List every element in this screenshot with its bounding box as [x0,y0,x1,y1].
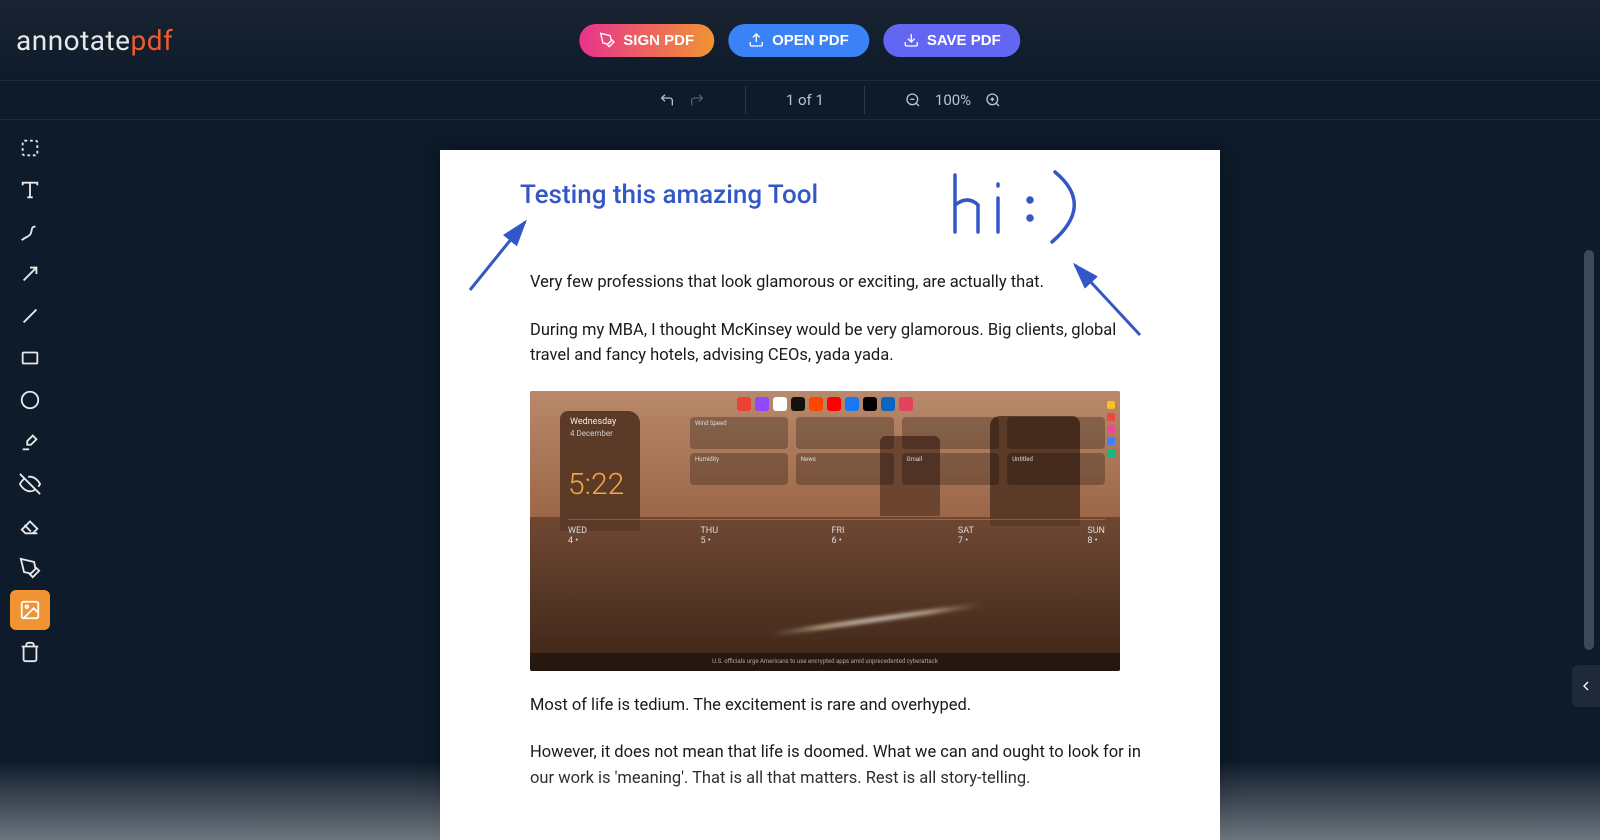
rectangle-icon [19,347,41,369]
image-tool[interactable] [10,590,50,630]
eraser-icon [19,515,41,537]
highlight-icon [19,431,41,453]
page-indicator-group: 1 of 1 [786,91,824,109]
open-pdf-button[interactable]: OPEN PDF [728,24,869,57]
upload-icon [748,32,764,48]
main-area: Testing this amazing Tool Very few profe… [0,120,1600,840]
pen-tool[interactable] [10,548,50,588]
zoom-level: 100% [935,91,971,109]
paragraph: During my MBA, I thought McKinsey would … [530,318,1160,369]
arrow-tool[interactable] [10,254,50,294]
widget-time: 5:22 [568,467,624,502]
zoom-group: 100% [905,91,1001,109]
text-tool[interactable] [10,170,50,210]
select-icon [19,137,41,159]
eraser-tool[interactable] [10,506,50,546]
app-header: annotatepdf SIGN PDF OPEN PDF SAVE PDF [0,0,1600,80]
chevron-left-icon [1578,678,1594,694]
image-icon [19,599,41,621]
widget-day: Wednesday [570,417,616,427]
annotation-arrow [460,210,540,300]
rectangle-tool[interactable] [10,338,50,378]
zoom-in-icon[interactable] [985,92,1001,108]
header-button-group: SIGN PDF OPEN PDF SAVE PDF [579,24,1020,57]
expand-panel-tab[interactable] [1572,665,1600,707]
logo-text-2: pdf [131,24,174,57]
delete-tool[interactable] [10,632,50,672]
divider [745,86,746,114]
download-icon [903,32,919,48]
sign-pdf-label: SIGN PDF [623,32,694,49]
pdf-page[interactable]: Testing this amazing Tool Very few profe… [440,150,1220,840]
scrollbar-thumb[interactable] [1584,250,1594,650]
zoom-out-icon[interactable] [905,92,921,108]
widget-footer: U.S. officials urge Americans to use enc… [530,653,1120,671]
logo-text-1: annotate [16,24,131,57]
arrow-icon [19,263,41,285]
select-tool[interactable] [10,128,50,168]
undo-redo-group [659,92,705,108]
page-title: Testing this amazing Tool [520,180,1160,210]
hide-tool[interactable] [10,464,50,504]
left-toolbar [0,120,60,840]
circle-icon [19,389,41,411]
pen-icon [19,557,41,579]
undo-icon[interactable] [659,92,675,108]
draw-icon [19,221,41,243]
trash-icon [19,641,41,663]
redo-icon[interactable] [689,92,705,108]
text-icon [19,179,41,201]
paragraph: However, it does not mean that life is d… [530,740,1160,791]
canvas-viewport[interactable]: Testing this amazing Tool Very few profe… [60,120,1600,840]
save-pdf-button[interactable]: SAVE PDF [883,24,1021,57]
sign-pdf-button[interactable]: SIGN PDF [579,24,714,57]
line-tool[interactable] [10,296,50,336]
open-pdf-label: OPEN PDF [772,32,849,49]
circle-tool[interactable] [10,380,50,420]
line-icon [19,305,41,327]
paragraph: Most of life is tedium. The excitement i… [530,693,1160,719]
sub-toolbar: 1 of 1 100% [0,80,1600,120]
page-indicator: 1 of 1 [786,91,824,109]
pen-nib-icon [599,32,615,48]
paragraph: Very few professions that look glamorous… [530,270,1160,296]
divider [864,86,865,114]
draw-tool[interactable] [10,212,50,252]
highlight-tool[interactable] [10,422,50,462]
eye-off-icon [19,473,41,495]
embedded-screenshot: Wednesday 4 December 5:22 Wind Speed Hum… [530,391,1120,671]
app-logo: annotatepdf [16,24,173,57]
save-pdf-label: SAVE PDF [927,32,1001,49]
widget-date: 4 December [570,429,613,438]
